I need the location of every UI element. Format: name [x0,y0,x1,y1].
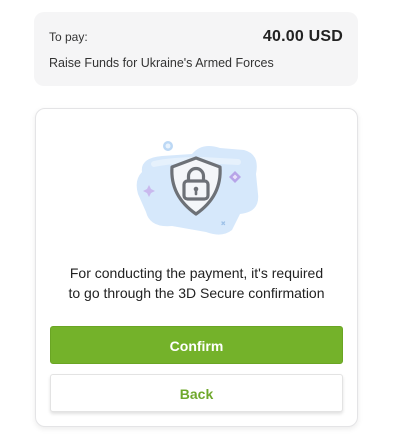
payment-summary: To pay: 40.00 USD Raise Funds for Ukrain… [34,12,358,86]
message-line-1: For conducting the payment, it's require… [69,265,324,281]
to-pay-label: To pay: [49,30,88,44]
secure-confirmation-card: For conducting the payment, it's require… [35,108,358,427]
payment-amount: 40.00 USD [262,28,343,45]
shield-lock-illustration [132,134,262,236]
message-line-2: to go through the 3D Secure confirmation [68,285,325,301]
shield-lock-icon [136,141,259,235]
confirm-button[interactable]: Confirm [50,326,343,364]
payment-description: Raise Funds for Ukraine's Armed Forces [49,56,274,70]
back-button[interactable]: Back [50,374,343,412]
3d-secure-message: For conducting the payment, it's require… [36,263,357,303]
